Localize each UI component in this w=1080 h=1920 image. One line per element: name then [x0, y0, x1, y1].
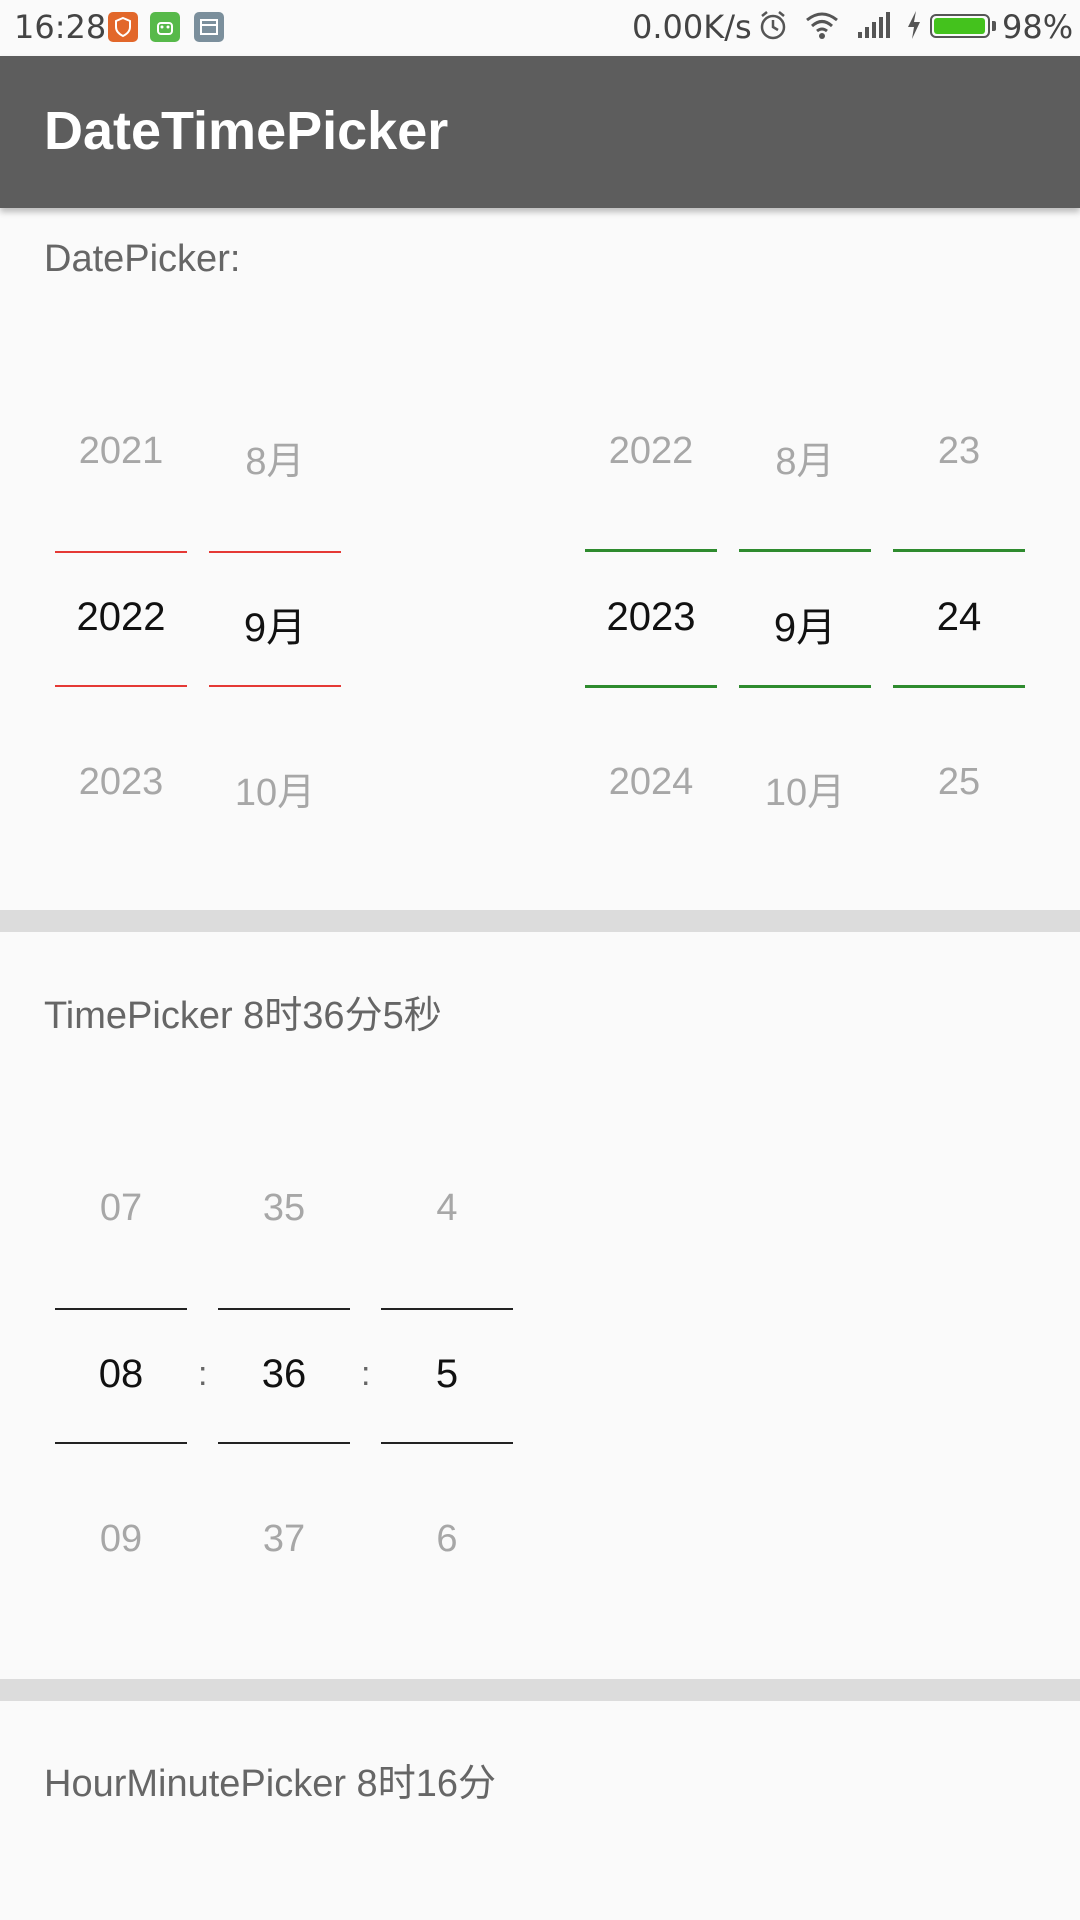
section-divider	[0, 1679, 1080, 1701]
minute-next[interactable]: 37	[218, 1518, 350, 1561]
signal-icon	[856, 8, 892, 50]
right-year-selected[interactable]: 2023	[585, 595, 717, 640]
hour-wheel[interactable]: 07 08 09	[55, 1187, 187, 1567]
left-year-divider-bottom	[55, 685, 187, 687]
charging-icon	[904, 8, 924, 50]
right-day-divider-top	[893, 549, 1025, 552]
alarm-icon	[758, 8, 788, 50]
wifi-icon	[804, 8, 840, 50]
right-day-wheel[interactable]: 23 24 25	[893, 430, 1025, 810]
right-month-next[interactable]: 10月	[739, 761, 871, 816]
right-day-next[interactable]: 25	[893, 761, 1025, 804]
right-month-divider-top	[739, 549, 871, 552]
left-year-prev[interactable]: 2021	[55, 430, 187, 473]
app-bar: DateTimePicker	[0, 56, 1080, 208]
second-next[interactable]: 6	[381, 1518, 513, 1561]
left-year-selected[interactable]: 2022	[55, 595, 187, 640]
right-day-prev[interactable]: 23	[893, 430, 1025, 473]
minute-divider-bottom	[218, 1442, 350, 1444]
left-month-wheel[interactable]: 8月 9月 10月	[209, 430, 341, 814]
battery-tip	[992, 21, 996, 31]
second-wheel[interactable]: 4 5 6	[381, 1187, 513, 1567]
status-bar: 16:28 0.00K/s 98%	[0, 0, 1080, 56]
left-month-selected[interactable]: 9月	[209, 595, 341, 653]
right-year-divider-bottom	[585, 685, 717, 688]
time-separator: :	[361, 1355, 371, 1393]
time-picker-label: TimePicker 8时36分5秒	[44, 995, 442, 1037]
hour-divider-top	[55, 1308, 187, 1310]
second-selected[interactable]: 5	[381, 1352, 513, 1397]
minute-prev[interactable]: 35	[218, 1187, 350, 1230]
right-month-wheel[interactable]: 8月 9月 10月	[739, 430, 871, 814]
hour-divider-bottom	[55, 1442, 187, 1444]
minute-divider-top	[218, 1308, 350, 1310]
battery-percent: 98%	[1002, 8, 1074, 46]
battery-icon	[930, 14, 990, 38]
second-divider-top	[381, 1308, 513, 1310]
right-month-selected[interactable]: 9月	[739, 595, 871, 653]
image-app-icon	[194, 12, 224, 42]
right-day-selected[interactable]: 24	[893, 595, 1025, 640]
hour-minute-picker-label: HourMinutePicker 8时16分	[44, 1763, 496, 1805]
left-month-divider-bottom	[209, 685, 341, 687]
shield-app-icon	[108, 12, 138, 42]
right-year-next[interactable]: 2024	[585, 761, 717, 804]
android-app-icon	[150, 12, 180, 42]
second-divider-bottom	[381, 1442, 513, 1444]
status-time: 16:28	[14, 8, 107, 46]
network-speed: 0.00K/s	[632, 8, 752, 46]
left-year-divider-top	[55, 551, 187, 553]
right-year-prev[interactable]: 2022	[585, 430, 717, 473]
left-month-next[interactable]: 10月	[209, 761, 341, 816]
hour-prev[interactable]: 07	[55, 1187, 187, 1230]
hour-next[interactable]: 09	[55, 1518, 187, 1561]
left-year-wheel[interactable]: 2021 2022 2023	[55, 430, 187, 810]
second-prev[interactable]: 4	[381, 1187, 513, 1230]
left-month-divider-top	[209, 551, 341, 553]
time-separator: :	[198, 1355, 208, 1393]
left-month-prev[interactable]: 8月	[209, 430, 341, 485]
minute-selected[interactable]: 36	[218, 1352, 350, 1397]
minute-wheel[interactable]: 35 36 37	[218, 1187, 350, 1567]
right-year-divider-top	[585, 549, 717, 552]
left-year-next[interactable]: 2023	[55, 761, 187, 804]
battery-level-fill	[934, 18, 985, 34]
right-year-wheel[interactable]: 2022 2023 2024	[585, 430, 717, 810]
hour-selected[interactable]: 08	[55, 1352, 187, 1397]
app-bar-title: DateTimePicker	[44, 101, 449, 161]
date-picker-label: DatePicker:	[44, 238, 241, 280]
section-divider	[0, 910, 1080, 932]
right-month-prev[interactable]: 8月	[739, 430, 871, 485]
right-day-divider-bottom	[893, 685, 1025, 688]
right-month-divider-bottom	[739, 685, 871, 688]
